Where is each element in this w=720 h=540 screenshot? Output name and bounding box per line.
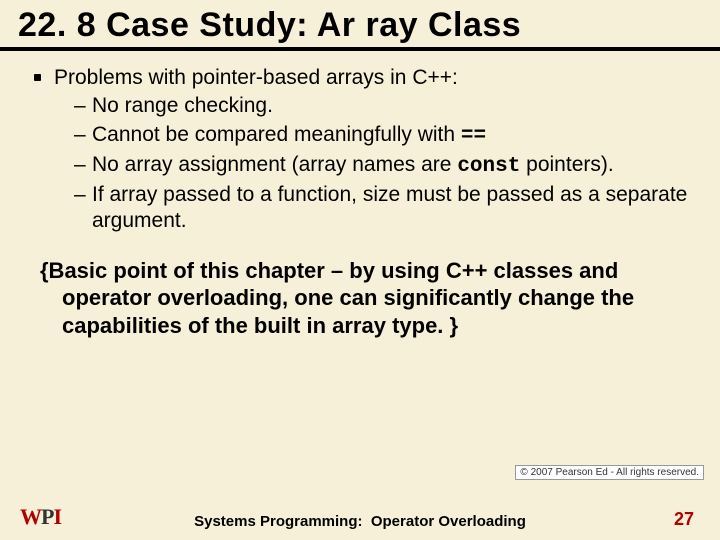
footer-topic: Operator Overloading <box>371 513 526 530</box>
footer: Systems Programming: Operator Overloadin… <box>0 513 720 530</box>
sub-text: Cannot be compared meaningfully with <box>92 123 461 146</box>
slide-title: 22. 8 Case Study: Ar ray Class <box>18 6 702 45</box>
sub-bullet: Cannot be compared meaningfully with == <box>74 122 692 150</box>
sub-bullet-list: No range checking. Cannot be compared me… <box>54 93 692 234</box>
title-bar: 22. 8 Case Study: Ar ray Class <box>0 0 720 51</box>
summary-text: {Basic point of this chapter – by using … <box>40 257 692 340</box>
content-area: Problems with pointer-based arrays in C+… <box>0 51 720 247</box>
sub-text: No array assignment (array names are <box>92 153 457 176</box>
sub-bullet: If array passed to a function, size must… <box>74 182 692 235</box>
code-literal: const <box>457 155 520 178</box>
sub-bullet: No array assignment (array names are con… <box>74 152 692 180</box>
sub-text: pointers). <box>520 153 613 176</box>
page-number: 27 <box>674 509 694 530</box>
sub-bullet: No range checking. <box>74 93 692 119</box>
footer-label: Systems Programming: <box>194 513 362 530</box>
code-literal: == <box>461 125 486 148</box>
lead-bullet: Problems with pointer-based arrays in C+… <box>54 65 692 91</box>
copyright-notice: © 2007 Pearson Ed - All rights reserved. <box>515 465 704 480</box>
summary-block: {Basic point of this chapter – by using … <box>0 247 720 340</box>
